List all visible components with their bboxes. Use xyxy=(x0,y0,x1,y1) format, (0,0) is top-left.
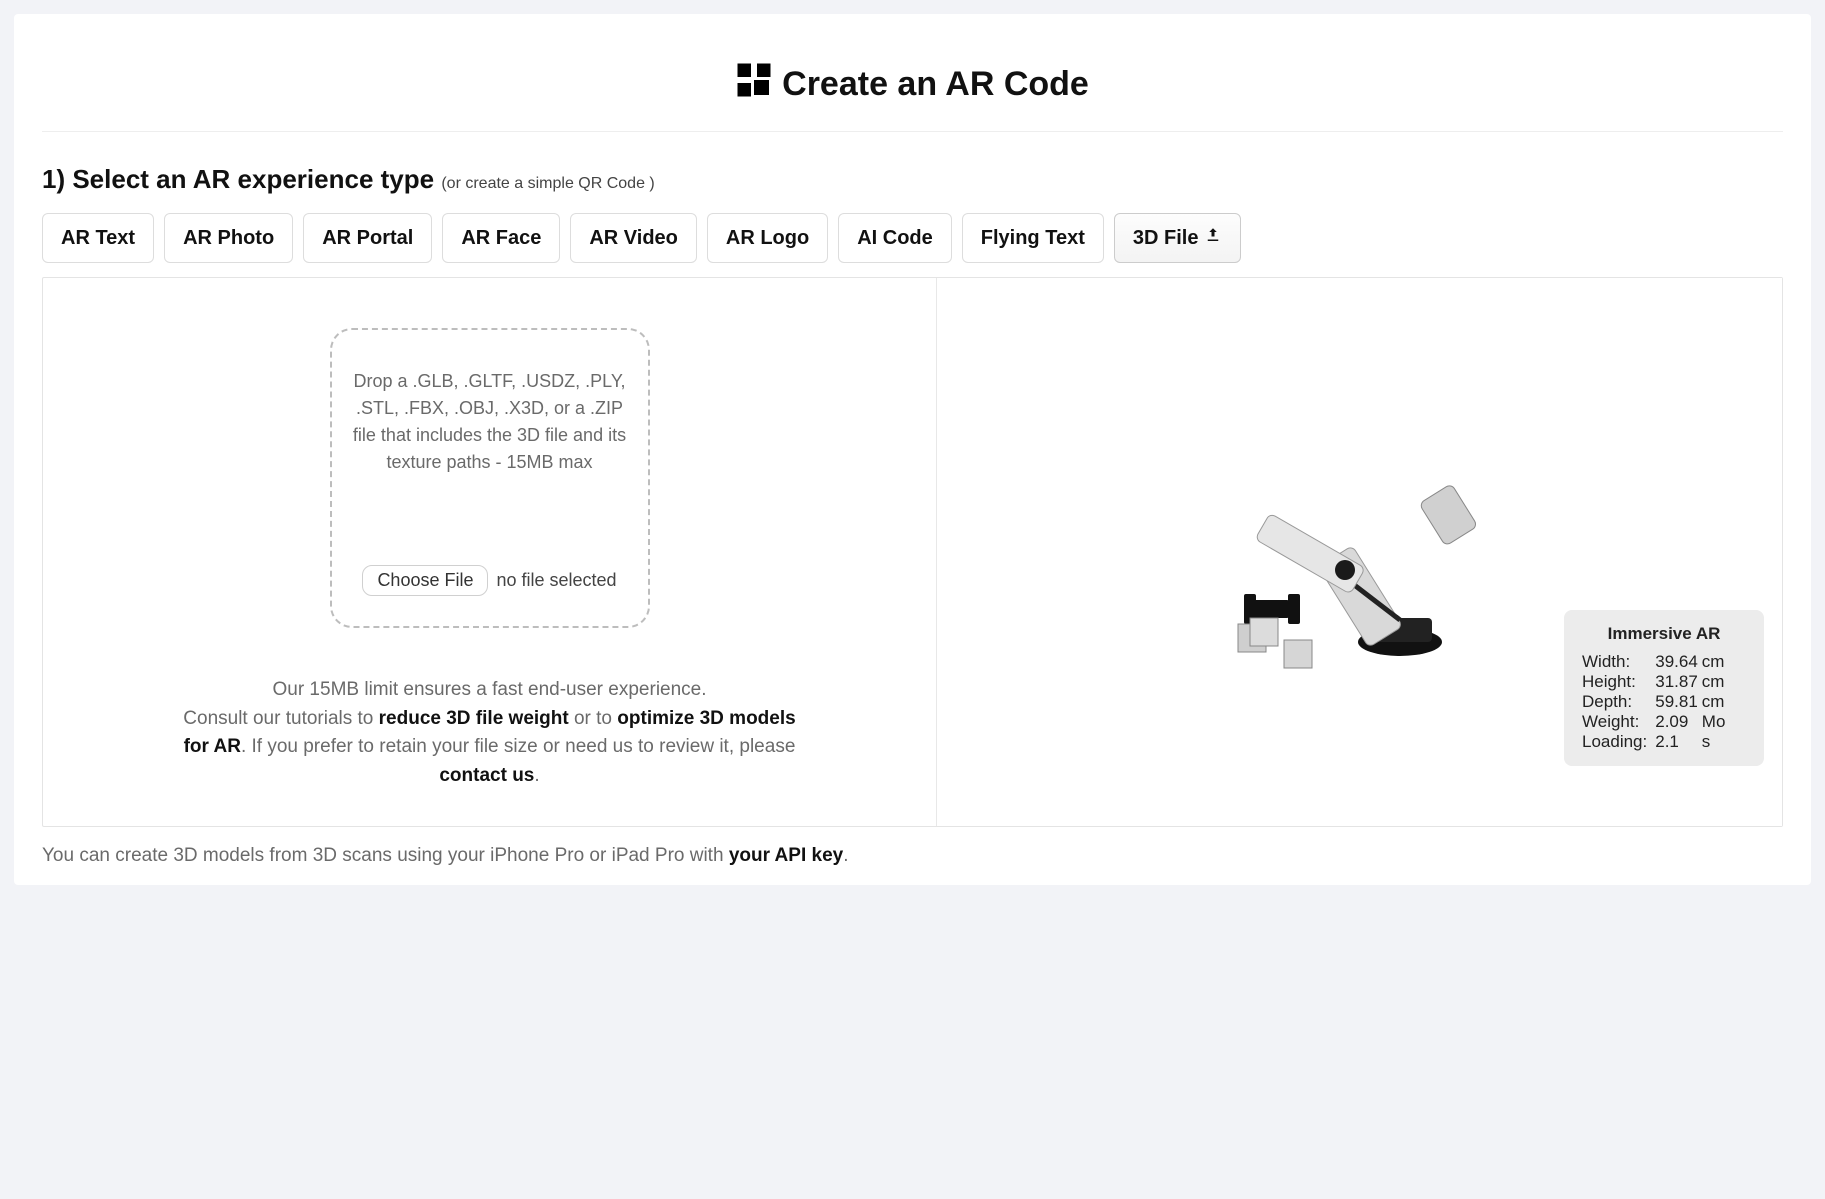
help-line2-pre: Consult our tutorials to xyxy=(183,708,378,729)
footer-note: You can create 3D models from 3D scans u… xyxy=(42,845,1783,867)
model-preview-icon xyxy=(1190,422,1530,682)
stat-unit: cm xyxy=(1702,652,1726,672)
stat-row-loading: Loading: 2.1 s xyxy=(1582,732,1725,752)
preview-pane: Immersive AR Width: 39.64 cm Height: 31.… xyxy=(937,278,1782,826)
step1-subtext: (or create a simple QR Code ) xyxy=(441,175,654,192)
page-title: Create an AR Code xyxy=(42,42,1783,131)
help-line2-mid: or to xyxy=(569,708,618,729)
dropzone[interactable]: Drop a .GLB, .GLTF, .USDZ, .PLY, .STL, .… xyxy=(330,328,650,628)
reduce-weight-link[interactable]: reduce 3D file weight xyxy=(379,708,569,729)
upload-pane: Drop a .GLB, .GLTF, .USDZ, .PLY, .STL, .… xyxy=(43,278,937,826)
help-line1: Our 15MB limit ensures a fast end-user e… xyxy=(272,679,706,700)
stat-label: Width: xyxy=(1582,652,1655,672)
stats-box: Immersive AR Width: 39.64 cm Height: 31.… xyxy=(1564,610,1764,766)
footer-post: . xyxy=(843,845,848,866)
tab-ar-photo[interactable]: AR Photo xyxy=(164,213,293,263)
dropzone-text: Drop a .GLB, .GLTF, .USDZ, .PLY, .STL, .… xyxy=(344,368,636,476)
stat-label: Weight: xyxy=(1582,712,1655,732)
stat-value: 59.81 xyxy=(1655,692,1702,712)
stat-unit: cm xyxy=(1702,672,1726,692)
stats-title: Immersive AR xyxy=(1582,624,1746,644)
tab-ar-logo[interactable]: AR Logo xyxy=(707,213,828,263)
tab-flying-text[interactable]: Flying Text xyxy=(962,213,1104,263)
step1-sub-suffix: ) xyxy=(645,175,655,192)
tab-3d-file[interactable]: 3D File xyxy=(1114,213,1242,263)
help-line2-end: . xyxy=(534,765,539,786)
api-key-link[interactable]: your API key xyxy=(729,845,843,866)
stat-unit: s xyxy=(1702,732,1726,752)
step1-sub-prefix: (or create a simple xyxy=(441,175,578,192)
file-row: Choose File no file selected xyxy=(344,565,636,596)
stat-label: Loading: xyxy=(1582,732,1655,752)
tab-ar-video[interactable]: AR Video xyxy=(570,213,697,263)
divider xyxy=(42,131,1783,132)
stat-row-weight: Weight: 2.09 Mo xyxy=(1582,712,1725,732)
footer-pre: You can create 3D models from 3D scans u… xyxy=(42,845,729,866)
tab-ar-text[interactable]: AR Text xyxy=(42,213,154,263)
step1-heading: 1) Select an AR experience type (or crea… xyxy=(42,164,1783,195)
stat-row-depth: Depth: 59.81 cm xyxy=(1582,692,1725,712)
upload-icon xyxy=(1204,226,1222,250)
qr-code-link[interactable]: QR Code xyxy=(578,175,645,192)
choose-file-button[interactable]: Choose File xyxy=(362,565,488,596)
contact-us-link[interactable]: contact us xyxy=(439,765,534,786)
stat-value: 2.1 xyxy=(1655,732,1702,752)
help-text: Our 15MB limit ensures a fast end-user e… xyxy=(180,676,800,790)
stat-label: Height: xyxy=(1582,672,1655,692)
stats-table: Width: 39.64 cm Height: 31.87 cm Depth: … xyxy=(1582,652,1725,752)
stat-row-width: Width: 39.64 cm xyxy=(1582,652,1725,672)
tab-ar-face[interactable]: AR Face xyxy=(442,213,560,263)
main-card: Create an AR Code 1) Select an AR experi… xyxy=(14,14,1811,885)
file-status: no file selected xyxy=(496,567,616,594)
stat-value: 39.64 xyxy=(1655,652,1702,672)
help-line2-post: . If you prefer to retain your file size… xyxy=(241,736,795,757)
stat-value: 2.09 xyxy=(1655,712,1702,732)
page-title-text: Create an AR Code xyxy=(782,65,1089,104)
stat-unit: Mo xyxy=(1702,712,1726,732)
stat-value: 31.87 xyxy=(1655,672,1702,692)
tab-ar-portal[interactable]: AR Portal xyxy=(303,213,432,263)
stat-unit: cm xyxy=(1702,692,1726,712)
stat-label: Depth: xyxy=(1582,692,1655,712)
qr-icon xyxy=(736,62,772,107)
tab-ai-code[interactable]: AI Code xyxy=(838,213,952,263)
step1-heading-text: 1) Select an AR experience type xyxy=(42,164,434,194)
tab-3d-file-label: 3D File xyxy=(1133,227,1199,250)
content-panel: Drop a .GLB, .GLTF, .USDZ, .PLY, .STL, .… xyxy=(42,277,1783,827)
stat-row-height: Height: 31.87 cm xyxy=(1582,672,1725,692)
type-tabs: AR Text AR Photo AR Portal AR Face AR Vi… xyxy=(42,213,1783,263)
